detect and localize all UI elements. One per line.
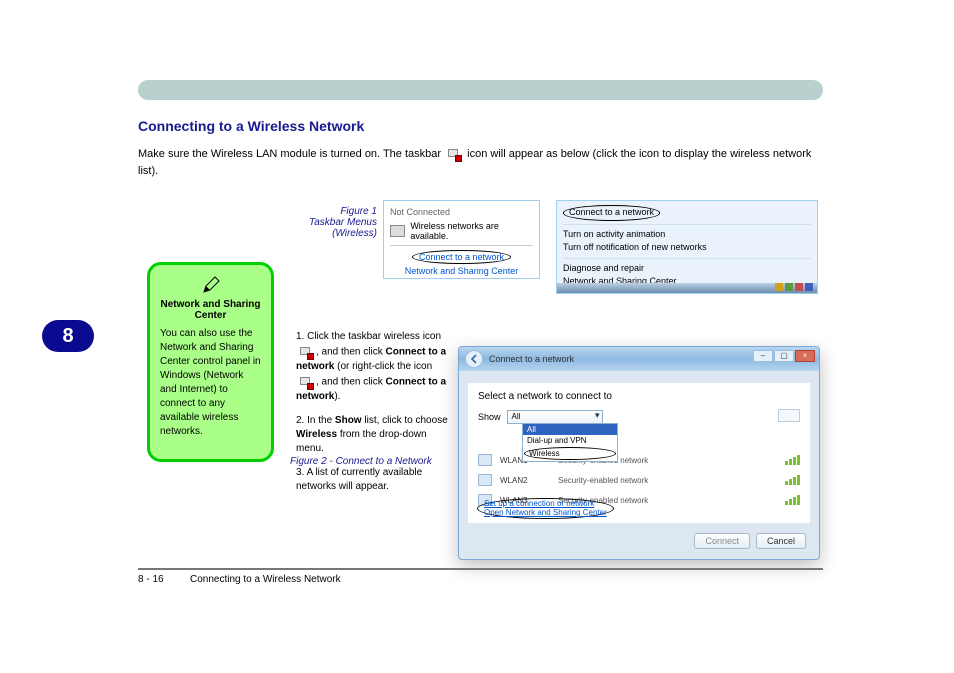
network-icon	[390, 225, 405, 237]
network-adapter-icon	[478, 474, 492, 486]
section-rule	[138, 80, 823, 100]
fig1-caption-num: Figure 1	[340, 206, 377, 217]
links-highlight: Set up a connection or network Open Netw…	[477, 498, 614, 519]
step2-lead: 2. In the	[296, 415, 335, 426]
figure-3: Figure 2 - Connect to a Network Connect …	[458, 346, 820, 560]
open-nsc-link[interactable]: Open Network and Sharing Center	[484, 508, 607, 517]
network-tray-icon	[446, 146, 462, 162]
show-dropdown-list: All Dial-up and VPN Wireless	[522, 423, 618, 462]
divider	[563, 224, 811, 225]
chapter-tab: 8	[42, 320, 94, 352]
network-adapter-icon	[478, 454, 492, 466]
fig3-caption-num: Figure 2	[290, 456, 327, 467]
menu-item-activity[interactable]: Turn on activity animation	[563, 228, 811, 242]
signal-icon	[785, 475, 800, 485]
intro-paragraph: Make sure the Wireless LAN module is tur…	[138, 146, 828, 179]
tray-dot-icon	[795, 283, 803, 291]
instruction-steps: 1. Click the taskbar wireless icon , and…	[296, 330, 451, 494]
signal-icon	[785, 455, 800, 465]
dd-option-all[interactable]: All	[523, 424, 617, 435]
note-title: Network and Sharing Center	[160, 299, 261, 321]
nsc-link[interactable]: Network and Sharing Center	[390, 266, 533, 276]
footer-title: Connecting to a Wireless Network	[190, 574, 341, 585]
show-dropdown[interactable]: All	[507, 410, 603, 424]
show-label: Show	[478, 412, 501, 422]
window-title: Connect to a network	[489, 354, 574, 364]
figure-1: Figure 1 Taskbar Menus (Wireless) Not Co…	[383, 200, 540, 279]
back-arrow-icon	[469, 354, 479, 364]
network-name: WLAN2	[500, 476, 550, 485]
connect-link-row[interactable]: Connect to a network	[390, 250, 533, 264]
intro-text-1: Make sure the Wireless LAN module is tur…	[138, 148, 444, 160]
tray-dot-icon	[775, 283, 783, 291]
page-number: 8 - 16	[138, 574, 164, 585]
figure-3-caption: Figure 2 - Connect to a Network	[290, 456, 450, 467]
connect-highlight: Connect to a network	[563, 205, 660, 221]
fig1-caption-title2: (Wireless)	[332, 228, 377, 239]
connect-link-highlight: Connect to a network	[412, 250, 511, 264]
window-buttons: – ▢ ×	[753, 350, 815, 362]
network-security: Security-enabled network	[558, 476, 777, 485]
step-2: 2. In the Show list, click to choose Wir…	[296, 414, 451, 456]
tray-dot-icon	[785, 283, 793, 291]
figure-1-caption: Figure 1 Taskbar Menus (Wireless)	[297, 206, 377, 239]
note-body: You can also use the Network and Sharing…	[160, 327, 261, 439]
network-row[interactable]: WLAN2 Security-enabled network	[478, 470, 800, 490]
divider	[390, 245, 533, 246]
menu-item-diagnose[interactable]: Diagnose and repair	[563, 262, 811, 276]
setup-connection-link[interactable]: Set up a connection or network	[484, 499, 607, 508]
dd-option-wireless[interactable]: Wireless	[524, 447, 616, 460]
taskbar-popup: Not Connected Wireless networks are avai…	[383, 200, 540, 279]
menu-item-connect[interactable]: Connect to a network	[563, 205, 811, 221]
step1-cont2: , and then click	[316, 377, 385, 388]
back-button[interactable]	[465, 350, 483, 368]
menu-item-notifications[interactable]: Turn off notification of new networks	[563, 241, 811, 255]
connect-button[interactable]: Connect	[694, 533, 750, 549]
show-value: All	[508, 412, 521, 421]
tray-dot-icon	[805, 283, 813, 291]
close-button[interactable]: ×	[795, 350, 815, 362]
wireless-available-text: Wireless networks are available.	[410, 221, 533, 241]
minimize-button[interactable]: –	[753, 350, 773, 362]
note-title-1: Network and Sharing	[160, 299, 260, 310]
fig1-caption-title1: Taskbar Menus	[309, 217, 377, 228]
window-footer: Connect Cancel	[468, 529, 810, 553]
refresh-button[interactable]	[778, 409, 800, 422]
note-box: Network and Sharing Center You can also …	[147, 262, 274, 462]
window-titlebar: Connect to a network – ▢ ×	[459, 347, 819, 371]
cancel-button[interactable]: Cancel	[756, 533, 806, 549]
note-title-2: Center	[195, 310, 227, 321]
step-3: 3. A list of currently available network…	[296, 466, 451, 494]
step1-tail: (or right-click the icon	[337, 361, 432, 372]
step2-mid: list, click to choose	[362, 415, 448, 426]
connect-link-text: Connect to a network	[419, 252, 504, 262]
context-menu-panel: Connect to a network Turn on activity an…	[556, 200, 818, 294]
wireless-available-row: Wireless networks are available.	[390, 221, 533, 241]
fig3-caption-title: Connect to a Network	[336, 456, 432, 467]
step1-tail2: ).	[334, 391, 340, 402]
network-tray-icon	[298, 344, 314, 360]
show-row: Show All	[478, 410, 800, 424]
footer-rule	[138, 568, 823, 570]
pencil-icon	[160, 275, 261, 299]
network-tray-icon	[298, 374, 314, 390]
step-1: 1. Click the taskbar wireless icon , and…	[296, 330, 451, 404]
window-prompt: Select a network to connect to	[478, 391, 800, 402]
connect-window: Connect to a network – ▢ × Select a netw…	[458, 346, 820, 560]
menu-item-connect-text: Connect to a network	[569, 207, 654, 217]
step1-cont: , and then click	[316, 347, 385, 358]
signal-icon	[785, 495, 800, 505]
tray-icons	[775, 283, 813, 293]
maximize-button[interactable]: ▢	[774, 350, 794, 362]
divider	[563, 258, 811, 259]
section-heading: Connecting to a Wireless Network	[138, 118, 364, 134]
step2-b2: Wireless	[296, 429, 337, 440]
figure-2-context-menu: Connect to a network Turn on activity an…	[556, 200, 818, 294]
step1-lead: 1. Click the taskbar wireless icon	[296, 331, 441, 342]
dd-option-dialvpn[interactable]: Dial-up and VPN	[523, 435, 617, 446]
step2-b1: Show	[335, 415, 362, 426]
not-connected-label: Not Connected	[390, 207, 533, 217]
window-links: Set up a connection or network Open Netw…	[477, 498, 614, 519]
pencil-svg	[201, 275, 221, 295]
